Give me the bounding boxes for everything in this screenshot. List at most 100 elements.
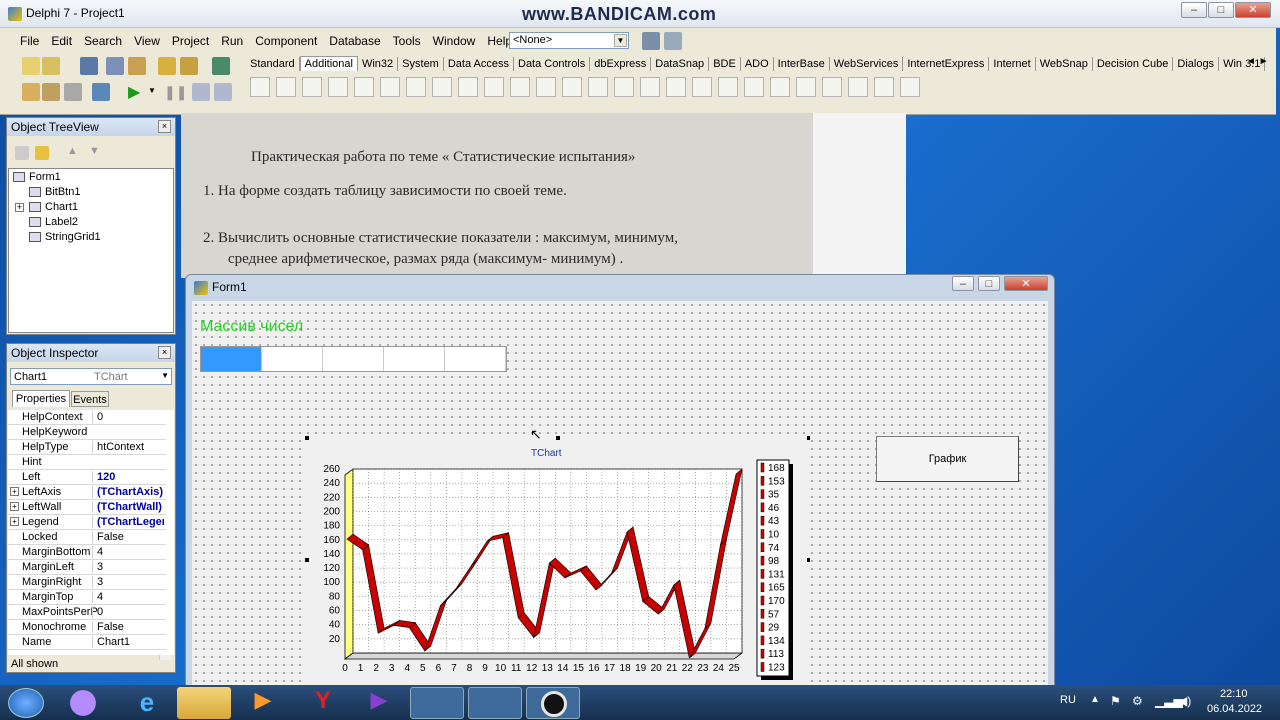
property-row-marginleft[interactable]: MarginLeft 3 (8, 560, 166, 575)
shape-icon[interactable] (432, 77, 452, 97)
save-all-icon[interactable] (106, 57, 124, 75)
tab-bde[interactable]: BDE (709, 57, 741, 71)
bitbtn-icon[interactable] (276, 77, 296, 97)
property-row-legend[interactable]: +Legend (TChartLegend) (8, 515, 166, 530)
update-icon[interactable]: ⚙ (1132, 694, 1143, 708)
form-close-button[interactable]: ✕ (1004, 276, 1048, 291)
tree-node-label2[interactable]: Label2 (29, 216, 78, 228)
property-row-marginbottom[interactable]: MarginBottom 4 (8, 545, 166, 560)
property-row-maxpointsperp[interactable]: MaxPointsPerP 0 (8, 605, 166, 620)
step-over-icon[interactable] (214, 83, 232, 101)
desktop-layout-select[interactable]: <None> ▼ (509, 32, 629, 49)
property-value[interactable]: 0 (92, 411, 164, 423)
standardcolormap-icon[interactable] (848, 77, 868, 97)
menu-search[interactable]: Search (78, 30, 128, 52)
arrow-down-icon[interactable]: ▼ (89, 145, 100, 157)
property-value[interactable]: 120 (92, 471, 164, 483)
menu-component[interactable]: Component (249, 30, 323, 52)
palette-scroll-icon[interactable]: ◄ ► (1246, 56, 1269, 67)
trace-into-icon[interactable] (192, 83, 210, 101)
tree-node-form1[interactable]: Form1 (13, 171, 61, 183)
tab-system[interactable]: System (398, 57, 444, 71)
statictext-icon[interactable] (562, 77, 582, 97)
grid-cell[interactable] (262, 347, 323, 371)
menu-window[interactable]: Window (427, 30, 482, 52)
tab-data-access[interactable]: Data Access (444, 57, 514, 71)
expand-icon[interactable]: + (10, 502, 19, 511)
property-value[interactable]: htContext (92, 441, 164, 453)
tree-node-chart1[interactable]: Chart1 (29, 201, 78, 213)
volume-icon[interactable]: ◀) (1178, 694, 1191, 708)
close-icon[interactable]: × (158, 120, 171, 133)
tab-dbexpress[interactable]: dbExpress (590, 57, 652, 71)
tab-websnap[interactable]: WebSnap (1036, 57, 1093, 71)
view-unit-icon[interactable] (22, 83, 40, 101)
property-value[interactable]: 3 (92, 576, 164, 588)
property-row-locked[interactable]: Locked False (8, 530, 166, 545)
array-label[interactable]: Массив чисел (200, 318, 303, 336)
selection-handle[interactable] (807, 558, 811, 562)
clock-time[interactable]: 22:10 (1220, 688, 1248, 700)
expand-icon[interactable]: + (10, 487, 19, 496)
debug-desktop-icon[interactable] (664, 32, 682, 50)
property-row-marginright[interactable]: MarginRight 3 (8, 575, 166, 590)
chart-icon[interactable] (718, 77, 738, 97)
menu-run[interactable]: Run (215, 30, 249, 52)
expand-icon[interactable]: + (15, 203, 24, 212)
add-file-icon[interactable] (158, 57, 176, 75)
new-item-icon[interactable] (15, 146, 29, 160)
property-value[interactable]: False (92, 621, 164, 633)
applicationevents-icon[interactable] (614, 77, 634, 97)
property-row-leftaxis[interactable]: + LeftAxis (TChartAxis) (8, 485, 166, 500)
run-icon[interactable]: ▶ (128, 82, 140, 102)
tab-datasnap[interactable]: DataSnap (651, 57, 710, 71)
flag-icon[interactable]: ⚑ (1110, 694, 1121, 708)
valuelisteditor-icon[interactable] (640, 77, 660, 97)
grid-cell[interactable] (445, 347, 506, 371)
menu-edit[interactable]: Edit (45, 30, 78, 52)
actiontoolbar-icon[interactable] (796, 77, 816, 97)
property-value[interactable]: 4 (92, 591, 164, 603)
property-value[interactable]: 3 (92, 561, 164, 573)
tab-data-controls[interactable]: Data Controls (514, 57, 591, 71)
language-indicator[interactable]: RU (1060, 694, 1076, 706)
property-row-helptype[interactable]: HelpType htContext (8, 440, 166, 455)
property-row-margintop[interactable]: MarginTop 4 (8, 590, 166, 605)
alice-icon[interactable] (56, 687, 110, 719)
chart1[interactable]: TChart 260 240 220 200 180 160 140 120 100 80 60 40 2… (305, 436, 811, 686)
paint-task-icon[interactable] (468, 687, 522, 719)
visual-studio-icon[interactable]: ▶ (352, 687, 406, 719)
pause-icon[interactable]: ❚❚ (164, 84, 187, 101)
property-value[interactable]: False (92, 531, 164, 543)
property-value[interactable]: 4 (92, 546, 164, 558)
tab-additional[interactable]: Additional (299, 56, 358, 71)
colorbox-icon[interactable] (692, 77, 712, 97)
new-icon[interactable] (22, 57, 40, 75)
graph-button[interactable]: График (876, 436, 1019, 482)
expand-icon[interactable]: + (10, 517, 19, 526)
customizedlg-icon[interactable] (900, 77, 920, 97)
maximize-button[interactable]: □ (1208, 2, 1234, 18)
tab-dialogs[interactable]: Dialogs (1173, 57, 1220, 71)
chevron-down-icon[interactable]: ▼ (614, 34, 627, 47)
form-maximize-button[interactable]: □ (978, 276, 1000, 291)
labelededit-icon[interactable] (666, 77, 686, 97)
tab-internetexpress[interactable]: InternetExpress (903, 57, 990, 71)
property-row-name[interactable]: Name Chart1 (8, 635, 166, 650)
property-row-leftwall[interactable]: + LeftWall (TChartWall) (8, 500, 166, 515)
inspector-object-select[interactable]: Chart1 TChart ▼ (10, 368, 172, 385)
selection-handle[interactable] (305, 558, 309, 562)
save-icon[interactable] (80, 57, 98, 75)
close-button[interactable]: ✕ (1235, 2, 1271, 18)
controlbar-icon[interactable] (588, 77, 608, 97)
property-value[interactable]: (TChartLegend) (92, 516, 164, 528)
delphi-task-icon[interactable] (410, 687, 464, 719)
drawgrid-icon[interactable] (380, 77, 400, 97)
arrow-up-icon[interactable]: ▲ (67, 145, 78, 157)
yandex-browser-icon[interactable]: Y (296, 687, 350, 719)
tab-events[interactable]: Events (71, 391, 109, 407)
splitter-icon[interactable] (536, 77, 556, 97)
ie-icon[interactable]: e (120, 687, 174, 719)
run-dropdown-icon[interactable]: ▼ (148, 86, 156, 95)
menu-database[interactable]: Database (323, 30, 386, 52)
